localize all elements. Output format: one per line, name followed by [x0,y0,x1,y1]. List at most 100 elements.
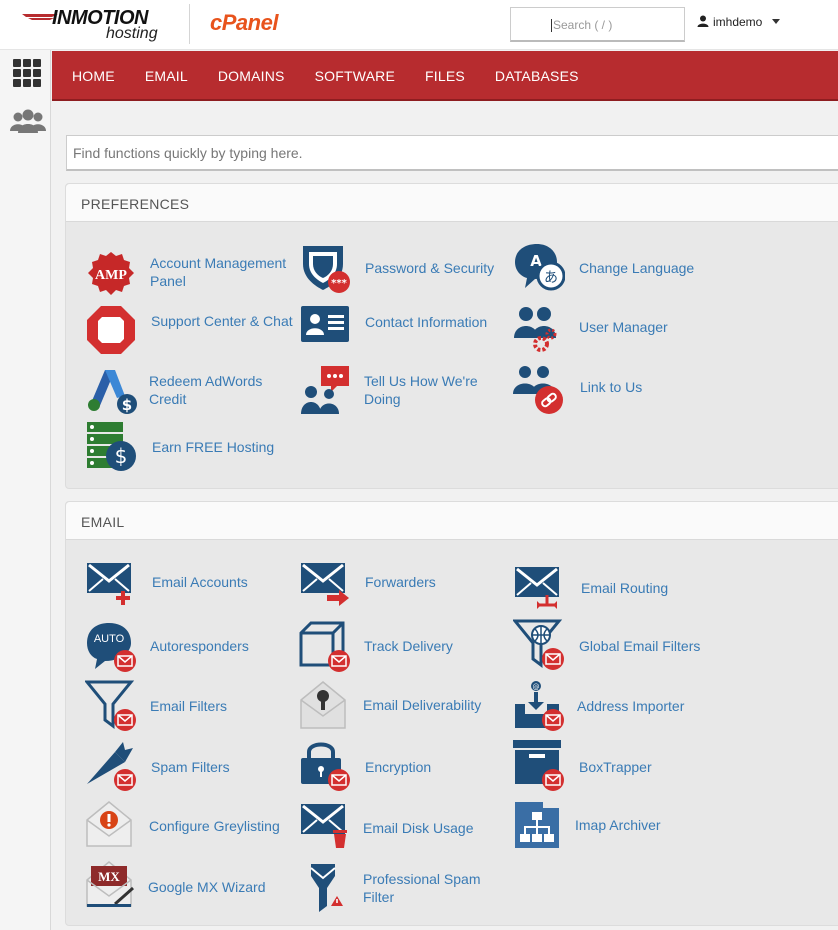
left-sidebar [0,50,51,930]
encryption-link[interactable]: Encryption [299,740,509,792]
imap-archiver-link[interactable]: Imap Archiver [513,800,723,852]
address-importer-link[interactable]: @ Address Importer [513,680,723,732]
amp-icon-text: AMP [95,268,127,283]
svg-text:$: $ [122,396,132,414]
track-delivery-link[interactable]: Track Delivery [299,621,509,673]
chevron-down-icon [772,19,781,24]
item-label: Contact Information [365,314,488,330]
email-disk-usage-link[interactable]: Email Disk Usage [299,802,509,854]
svg-text:$: $ [115,444,128,468]
envelope-key-icon [300,681,346,729]
mx-icon-text: MX [98,869,120,884]
envelope-route-icon [515,567,559,609]
adwords-dollar-icon: $ [88,370,137,414]
funnel-warning-icon [310,864,343,912]
item-label: User Manager [579,319,668,335]
change-language-link[interactable]: A あ Change Language [513,242,723,294]
funnel-globe-icon [513,619,564,670]
boxtrapper-link[interactable]: BoxTrapper [513,740,723,792]
global-email-filters-link[interactable]: Global Email Filters [513,619,723,671]
amp-badge-icon: AMP [88,252,134,295]
carrot-envelope-icon [87,742,136,791]
users-group-icon[interactable] [10,109,46,135]
user-menu[interactable]: imhdemo [697,15,781,29]
text-caret [551,19,552,33]
funnel-envelope-icon [85,680,136,731]
shield-lock-icon: *** [303,246,350,293]
earn-free-hosting-link[interactable]: $ Earn FREE Hosting [85,420,295,472]
cpanel-logo[interactable]: cPanel [210,10,278,36]
link-to-us-link[interactable]: Link to Us [513,362,723,414]
nav-files[interactable]: FILES [425,51,465,101]
box-envelope-icon [299,621,350,672]
professional-spam-filter-link[interactable]: Professional Spam Filter [299,862,509,914]
support-center-link[interactable]: Support Center & Chat [85,304,295,356]
search-input[interactable]: Search ( / ) [510,7,685,42]
svg-text:あ: あ [544,270,558,286]
envelope-forward-icon [301,563,349,606]
top-header: INMOTION hosting cPanel Search ( / ) imh… [0,0,838,50]
nav-databases[interactable]: DATABASES [495,51,579,101]
email-accounts-link[interactable]: Email Accounts [85,559,295,611]
item-label: BoxTrapper [579,759,652,775]
item-label: Email Deliverability [363,697,482,713]
preferences-header[interactable]: PREFERENCES [66,184,838,222]
item-label: Global Email Filters [579,638,701,654]
auto-icon-text: AUTO [94,633,125,645]
nav-domains[interactable]: DOMAINS [218,51,285,101]
tell-us-link[interactable]: Tell Us How We're Doing [299,364,509,416]
configure-greylisting-link[interactable]: Configure Greylisting [85,800,295,852]
inmotion-logo[interactable]: INMOTION hosting [22,4,172,44]
svg-text:***: *** [331,278,347,289]
email-routing-link[interactable]: Email Routing [513,565,723,617]
item-label: Google MX Wizard [148,879,266,895]
autoresponders-link[interactable]: AUTO Autoresponders [85,621,295,673]
main-nav: HOME EMAIL DOMAINS SOFTWARE FILES DATABA… [52,51,838,101]
item-label: Imap Archiver [575,817,661,833]
mx-envelope-wand-icon: MX [86,861,134,907]
archive-box-envelope-icon [513,740,564,791]
inbox-download-icon: @ [515,681,564,731]
tools-grid-icon[interactable] [13,59,42,87]
item-label: Earn FREE Hosting [152,439,275,455]
forwarders-link[interactable]: Forwarders [299,559,509,611]
item-label: Redeem AdWords Credit [149,373,263,407]
item-label: Email Routing [581,580,669,596]
nav-software[interactable]: SOFTWARE [315,51,395,101]
item-label: Email Accounts [152,574,248,590]
password-security-link[interactable]: *** Password & Security [299,242,509,294]
item-label: Configure Greylisting [149,818,280,834]
spam-filters-link[interactable]: Spam Filters [85,740,295,792]
item-label: Spam Filters [151,759,230,775]
redeem-adwords-link[interactable]: $ Redeem AdWords Credit [85,364,295,416]
item-label: Email Filters [150,698,228,714]
item-label: Professional Spam Filter [363,871,481,905]
email-filters-link[interactable]: Email Filters [85,680,295,732]
contact-card-icon [301,306,349,342]
user-manager-link[interactable]: User Manager [513,302,723,354]
email-panel: EMAIL Email Accounts Forwarders Email Ro… [65,501,838,926]
svg-text:@: @ [533,683,540,691]
item-label: Change Language [579,260,695,276]
nav-email[interactable]: EMAIL [145,51,188,101]
server-dollar-icon: $ [87,422,136,471]
contact-information-link[interactable]: Contact Information [299,300,509,352]
user-icon [697,15,709,27]
item-label: Track Delivery [364,638,453,654]
email-deliverability-link[interactable]: Email Deliverability [299,680,509,732]
logo-divider [189,4,190,44]
email-header[interactable]: EMAIL [66,502,838,540]
item-label: Address Importer [577,698,685,714]
account-management-panel-link[interactable]: AMP Account Management Panel [85,248,295,300]
folder-tree-icon [515,802,559,848]
item-label: Link to Us [580,379,643,395]
autoresponder-icon: AUTO [87,623,136,672]
users-link-icon [513,366,563,414]
envelope-warning-icon [86,801,132,847]
logo-sub-text: hosting [106,25,158,42]
google-mx-wizard-link[interactable]: MX Google MX Wizard [85,860,295,912]
quick-find-input[interactable]: Find functions quickly by typing here. [66,135,838,171]
item-label: Autoresponders [150,638,249,654]
nav-home[interactable]: HOME [72,51,115,101]
padlock-envelope-icon [301,742,350,791]
